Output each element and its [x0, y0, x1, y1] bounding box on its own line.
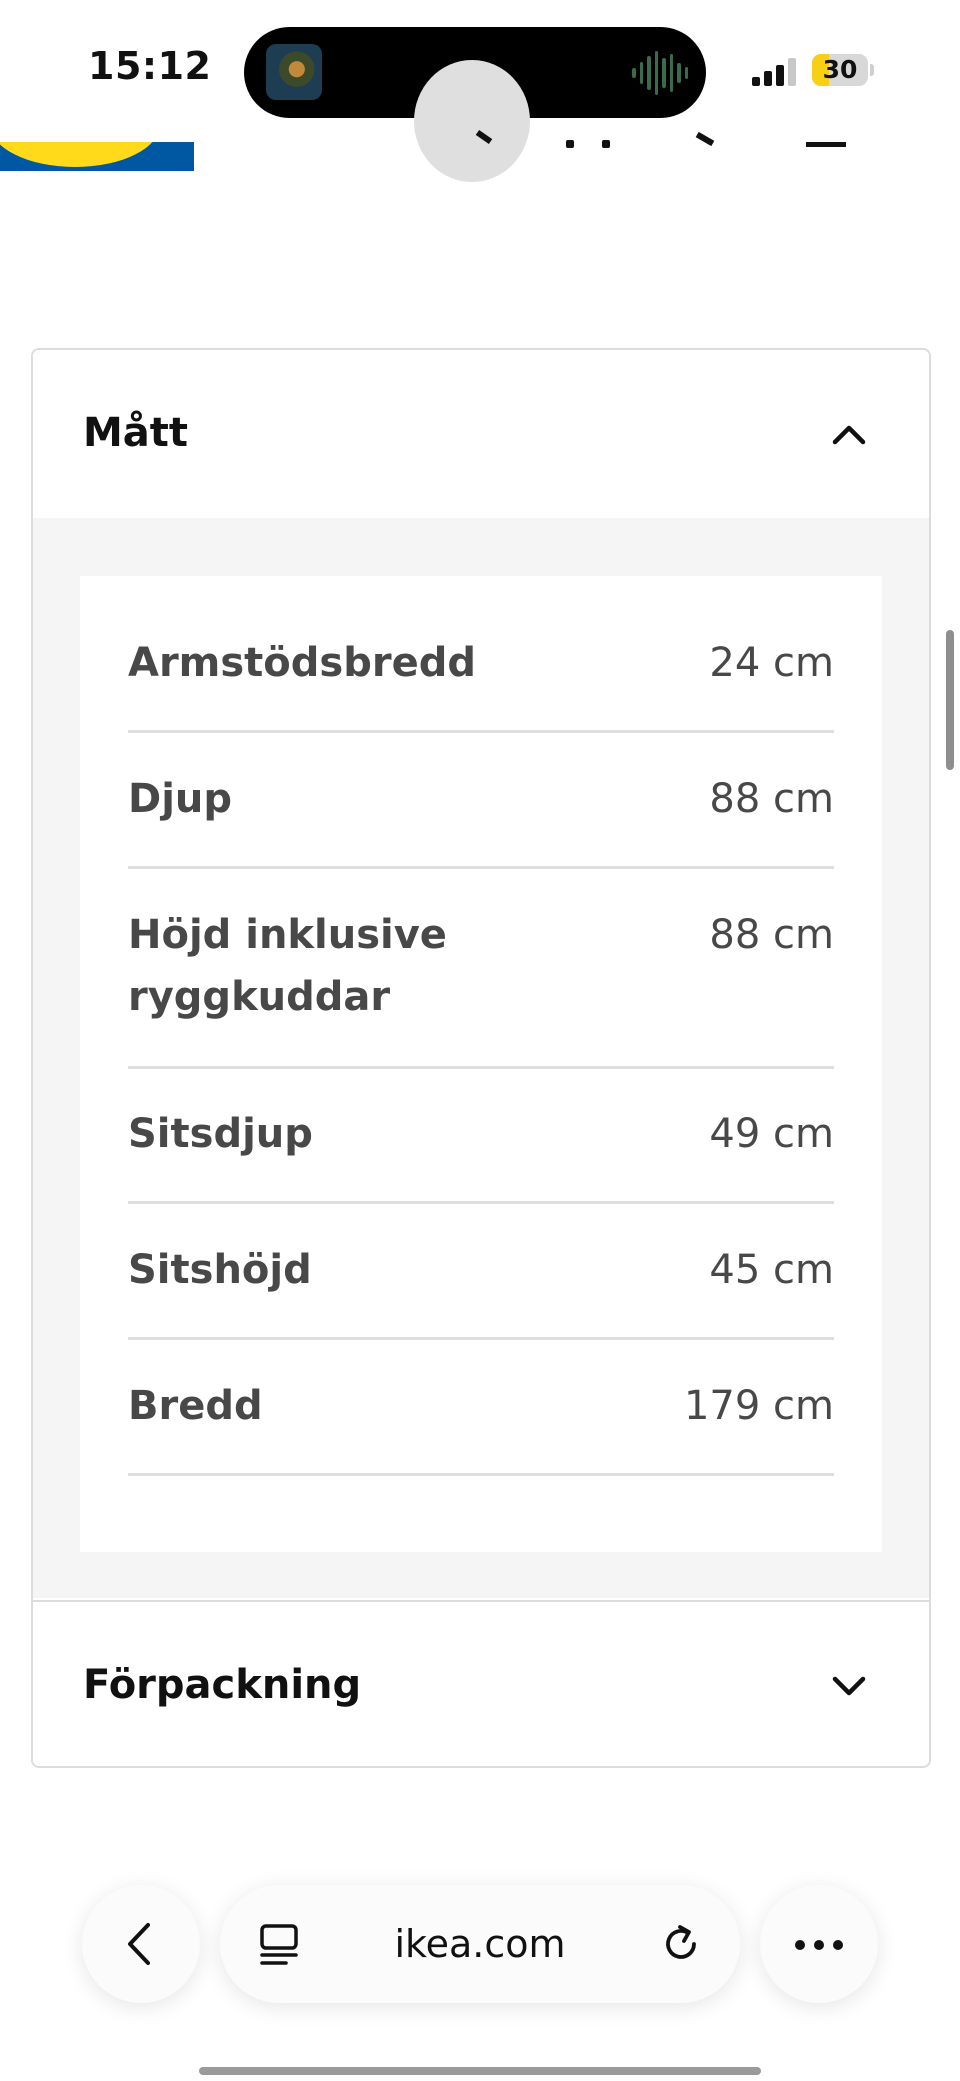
battery-percentage: 30 [822, 55, 858, 84]
page: 15:12 30 Mått Förpackning Armstödsbredd … [0, 0, 960, 2081]
dimension-row: Djup 88 cm [128, 768, 834, 869]
dimension-value: 88 cm [709, 776, 834, 822]
battery-tip [870, 64, 874, 76]
menu-icon[interactable] [806, 142, 846, 147]
dimension-label: Bredd [128, 1383, 263, 1429]
dimension-row: Bredd 179 cm [128, 1375, 834, 1476]
dimension-value: 45 cm [709, 1247, 834, 1293]
cellular-signal-icon [752, 58, 796, 86]
header-icon-fragment[interactable] [695, 131, 715, 147]
ikea-logo[interactable] [0, 142, 194, 171]
logo-ellipse [0, 142, 160, 167]
page-scrollbar[interactable] [946, 630, 954, 770]
back-arrow-icon [128, 1923, 150, 1965]
accordion-header-forpackning[interactable]: Förpackning [33, 1602, 929, 1766]
now-playing-artwork [266, 44, 322, 100]
audio-waveform-icon [632, 51, 688, 95]
status-time: 15:12 [88, 44, 212, 88]
dimension-label: Armstödsbredd [128, 640, 476, 686]
header-icon-fragment[interactable] [602, 140, 610, 148]
chevron-up-icon[interactable] [829, 414, 869, 454]
dimension-value: 179 cm [683, 1383, 834, 1429]
more-icon [795, 1940, 843, 1950]
accordion-title: Förpackning [83, 1662, 362, 1708]
dimension-value: 88 cm [709, 912, 834, 958]
dimension-label: Djup [128, 776, 233, 822]
dimension-label: Sitsdjup [128, 1111, 313, 1157]
reload-icon[interactable] [658, 1921, 704, 1967]
header-icon-fragment[interactable] [566, 140, 574, 148]
dimensions-panel: Armstödsbredd 24 cm Djup 88 cm Höjd inkl… [80, 576, 882, 1552]
dimension-value: 24 cm [709, 640, 834, 686]
header-account-button[interactable] [414, 60, 530, 182]
dimension-row: Höjd inklusive ryggkuddar 88 cm [128, 904, 834, 1069]
home-indicator[interactable] [199, 2067, 761, 2075]
chevron-down-icon[interactable] [829, 1666, 869, 1706]
dimension-row: Armstödsbredd 24 cm [128, 632, 834, 733]
dimension-value: 49 cm [709, 1111, 834, 1157]
accordion-title: Mått [83, 410, 189, 456]
dimension-label: Sitshöjd [128, 1247, 312, 1293]
header-icon-fragment [475, 129, 493, 145]
dimension-label: Höjd inklusive ryggkuddar [128, 912, 447, 1020]
accordion-header-matt[interactable]: Mått [33, 350, 929, 518]
more-button[interactable] [760, 1885, 878, 2003]
dimension-row: Sitshöjd 45 cm [128, 1239, 834, 1340]
address-bar[interactable]: ikea.com [220, 1885, 740, 2003]
dimension-row: Sitsdjup 49 cm [128, 1103, 834, 1204]
back-button[interactable] [82, 1885, 200, 2003]
battery-icon: 30 [812, 54, 868, 86]
